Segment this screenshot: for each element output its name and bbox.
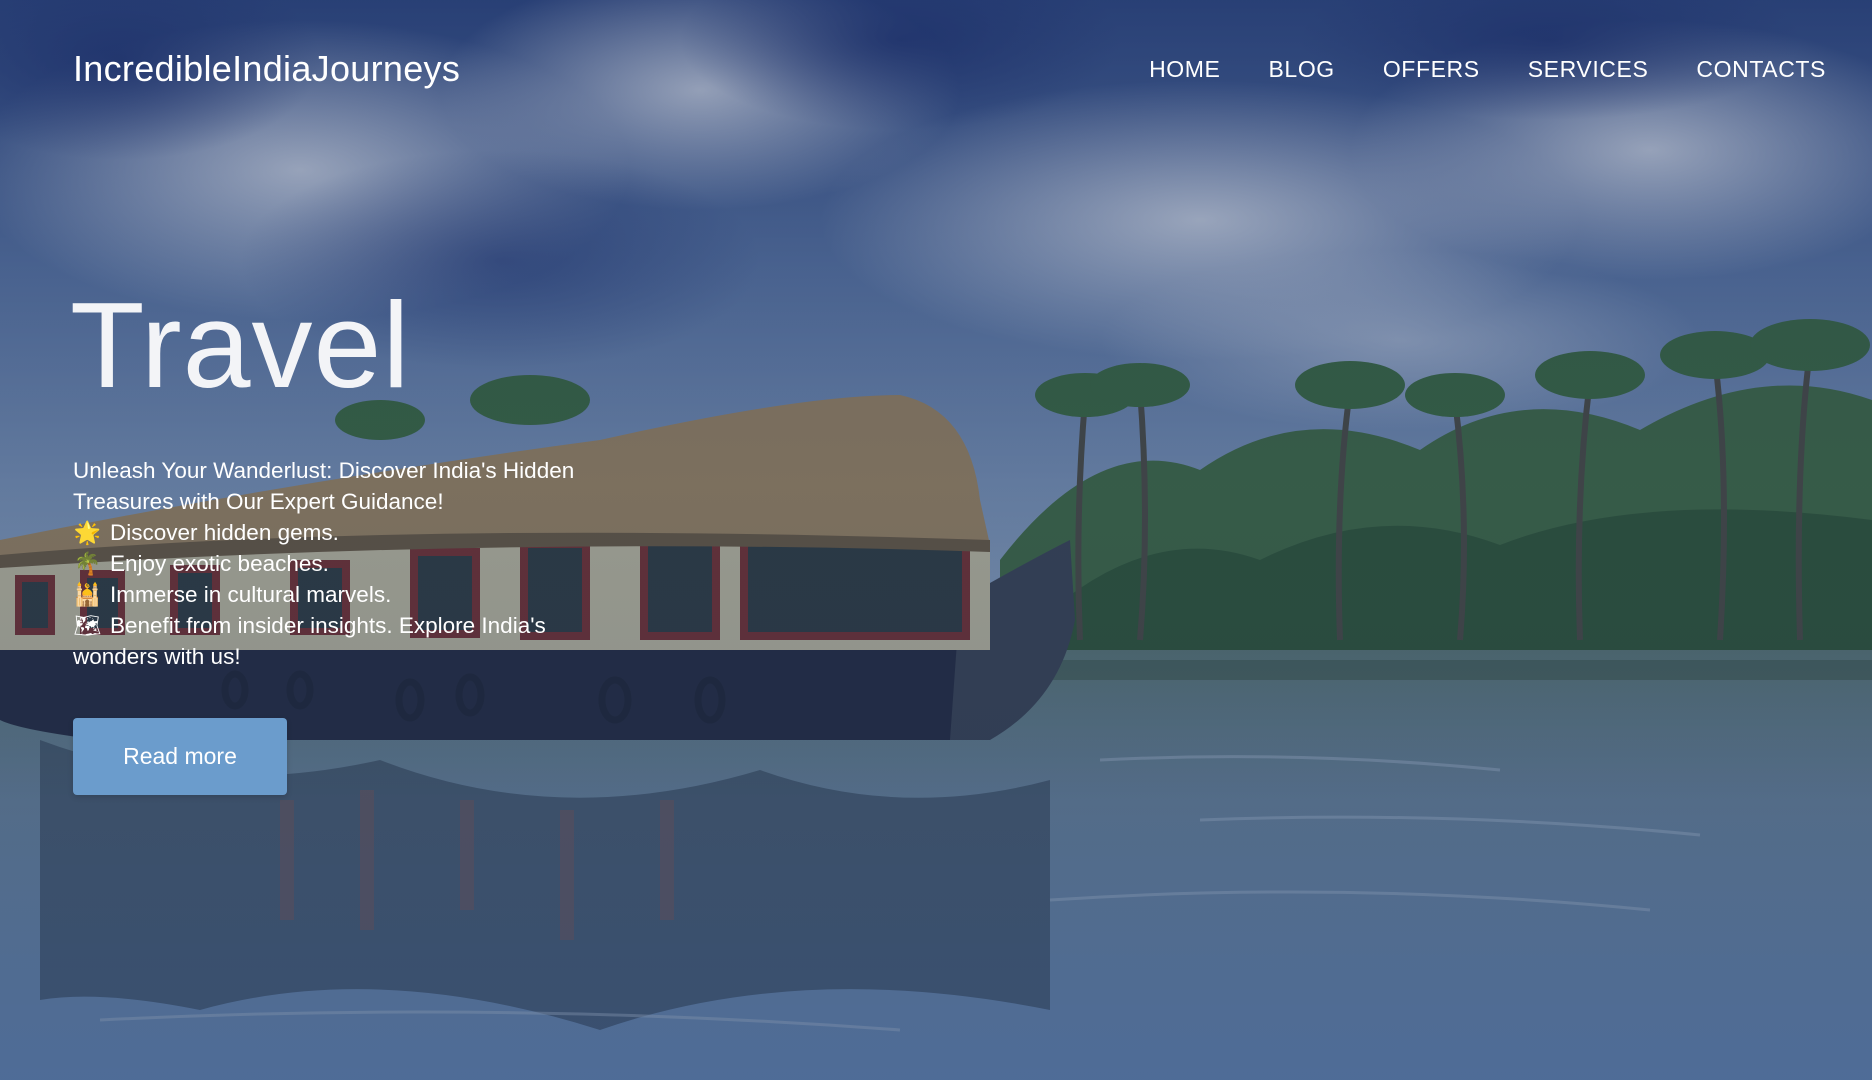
hero-feature-item: 🕌 Immerse in cultural marvels. <box>73 579 633 610</box>
read-more-button[interactable]: Read more <box>73 718 287 795</box>
site-header: IncredibleIndiaJourneys HOME BLOG OFFERS… <box>0 0 1872 140</box>
hero-feature-text: Immerse in cultural marvels. <box>110 582 392 607</box>
hero-feature-text: Enjoy exotic beaches. <box>110 551 329 576</box>
map-icon: 🗺 <box>73 613 102 638</box>
hero-description: Unleash Your Wanderlust: Discover India'… <box>73 455 633 672</box>
hero-title: Travel <box>70 277 411 413</box>
nav-blog-link[interactable]: BLOG <box>1268 56 1334 83</box>
nav-contacts-link[interactable]: CONTACTS <box>1696 56 1826 83</box>
nav-services-link[interactable]: SERVICES <box>1528 56 1649 83</box>
hero-feature-item: 🌴 Enjoy exotic beaches. <box>73 548 633 579</box>
main-nav: HOME BLOG OFFERS SERVICES CONTACTS <box>1149 56 1826 83</box>
hero-feature-item: 🌟 Discover hidden gems. <box>73 517 633 548</box>
hero-feature-text: Discover hidden gems. <box>110 520 339 545</box>
temple-icon: 🕌 <box>73 582 102 607</box>
nav-offers-link[interactable]: OFFERS <box>1383 56 1480 83</box>
palm-tree-icon: 🌴 <box>73 551 102 576</box>
nav-home-link[interactable]: HOME <box>1149 56 1220 83</box>
hero-tagline: Unleash Your Wanderlust: Discover India'… <box>73 458 575 514</box>
hero-feature-text: Benefit from insider insights. Explore I… <box>73 613 546 669</box>
site-logo[interactable]: IncredibleIndiaJourneys <box>73 48 460 90</box>
hero-feature-item: 🗺 Benefit from insider insights. Explore … <box>73 610 633 672</box>
star-icon: 🌟 <box>73 520 102 545</box>
